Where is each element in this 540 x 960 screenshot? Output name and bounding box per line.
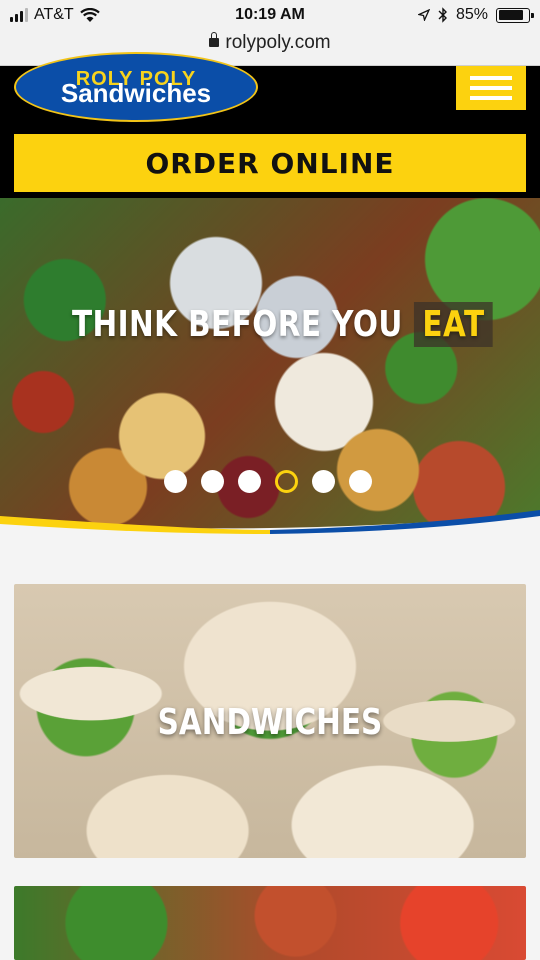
bluetooth-icon xyxy=(438,7,447,23)
order-online-button[interactable]: ORDER ONLINE xyxy=(14,134,526,192)
hero-carousel[interactable]: THINK BEFORE YOU EAT xyxy=(0,198,540,538)
hero-swoosh-divider xyxy=(0,510,540,538)
lock-icon xyxy=(209,32,220,47)
carousel-dot[interactable] xyxy=(201,470,224,493)
address-bar[interactable]: rolypoly.com xyxy=(0,32,540,54)
hamburger-menu-button[interactable] xyxy=(456,66,526,110)
menu-icon-bar xyxy=(470,96,512,100)
url-text: rolypoly.com xyxy=(225,32,331,53)
menu-icon-bar xyxy=(470,86,512,90)
logo[interactable]: ROLY POLY Sandwiches xyxy=(14,52,258,122)
carousel-dot[interactable] xyxy=(312,470,335,493)
battery-icon xyxy=(496,7,534,23)
category-label: SANDWICHES xyxy=(157,702,383,743)
site-header: ROLY POLY Sandwiches ORDER ONLINE xyxy=(0,52,540,198)
category-card-next[interactable] xyxy=(14,886,526,960)
category-card-sandwiches[interactable]: SANDWICHES xyxy=(14,584,526,858)
carousel-dot[interactable] xyxy=(349,470,372,493)
logo-subtitle: Sandwiches xyxy=(60,78,212,108)
hero-title-text: THINK BEFORE YOU xyxy=(72,304,403,345)
location-arrow-icon xyxy=(417,9,430,21)
carousel-dot[interactable] xyxy=(164,470,187,493)
hero-headline: THINK BEFORE YOU EAT xyxy=(72,302,493,347)
hero-highlight-text: EAT xyxy=(414,302,493,347)
carousel-dot[interactable] xyxy=(275,470,298,493)
carousel-indicators xyxy=(164,470,372,493)
carousel-dot[interactable] xyxy=(238,470,261,493)
menu-icon-bar xyxy=(470,76,512,80)
battery-percent: 85% xyxy=(455,6,488,23)
battery-fill xyxy=(498,10,524,20)
